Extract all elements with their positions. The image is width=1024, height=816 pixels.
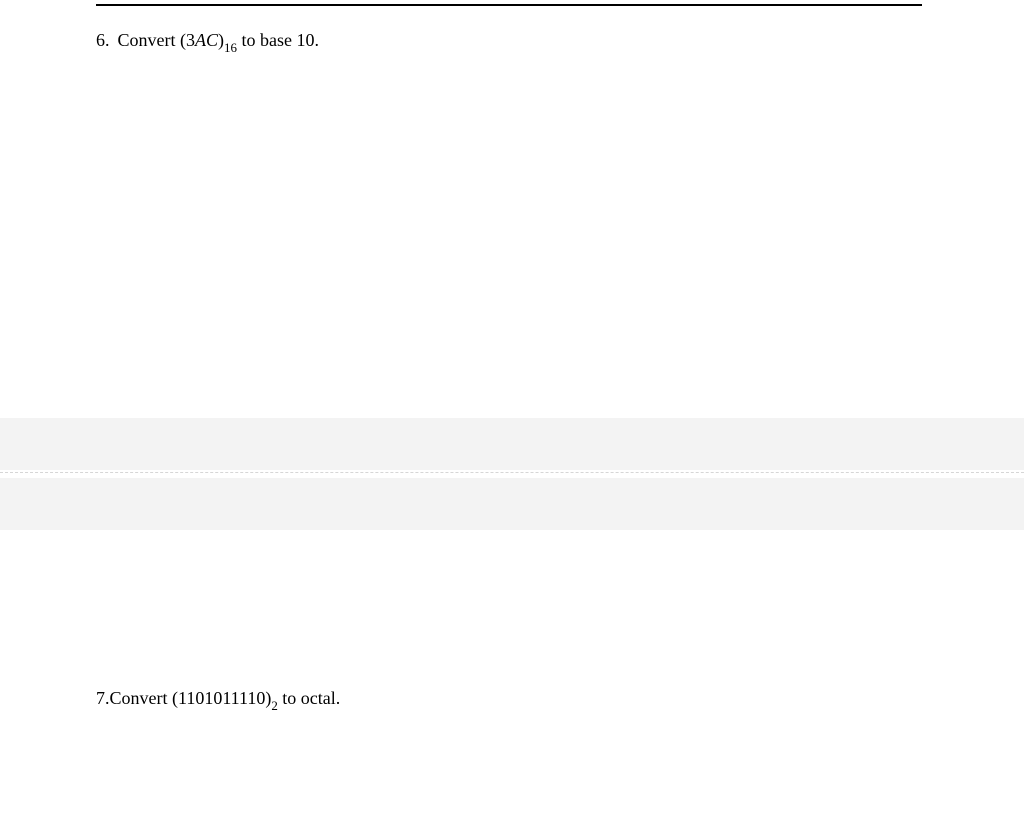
question-text-before: Convert (1101011110) <box>110 688 272 708</box>
question-text-after: to base 10. <box>237 30 319 50</box>
dashed-divider <box>0 472 1024 473</box>
question-subscript: 2 <box>271 698 277 713</box>
separator-band <box>0 478 1024 530</box>
question-italic: AC <box>195 30 218 50</box>
question-text-before: Convert (3 <box>118 30 195 50</box>
question-subscript: 16 <box>224 40 237 55</box>
question-7: 7.Convert (1101011110)2 to octal. <box>96 686 340 714</box>
separator-band <box>0 418 1024 470</box>
question-text-after: to octal. <box>278 688 340 708</box>
horizontal-rule <box>96 4 922 6</box>
question-number: 6. <box>96 28 110 53</box>
question-6: 6.Convert (3AC)16 to base 10. <box>96 28 319 56</box>
question-number: 7. <box>96 686 110 711</box>
